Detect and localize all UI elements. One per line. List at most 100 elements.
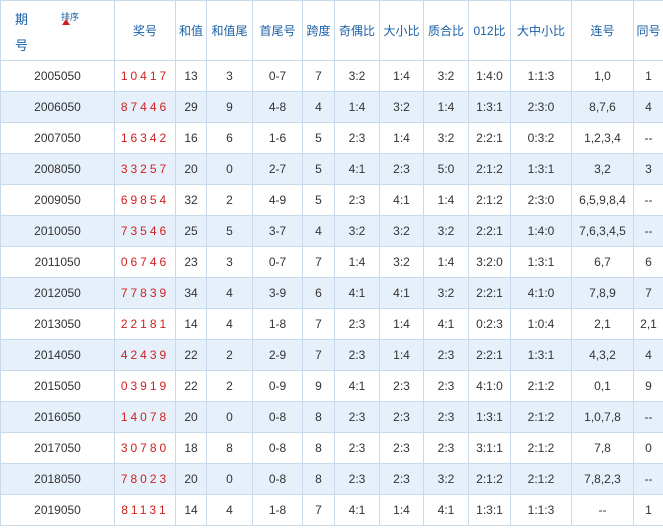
odd-even-cell: 2:3 bbox=[334, 432, 380, 464]
prime-composite-cell: 3:2 bbox=[423, 122, 469, 154]
big-mid-small-cell: 4:1:0 bbox=[510, 277, 572, 309]
table-row: 2010050 73546 25 5 3-7 4 3:2 3:2 3:2 2:2:1 1:4:0 7,… bbox=[0, 215, 663, 247]
prime-composite-cell: 1:4 bbox=[423, 91, 469, 123]
sum-cell: 22 bbox=[175, 370, 207, 402]
column-header-sum: 和值 bbox=[175, 0, 207, 61]
prime-composite-cell: 3:2 bbox=[423, 463, 469, 495]
ratio-012-cell: 3:1:1 bbox=[468, 432, 511, 464]
odd-even-cell: 3:2 bbox=[334, 215, 380, 247]
winning-number-cell: 81131 bbox=[114, 494, 176, 526]
odd-even-cell: 4:1 bbox=[334, 494, 380, 526]
odd-even-cell: 2:3 bbox=[334, 184, 380, 216]
period-cell: 2009050 bbox=[0, 184, 115, 216]
first-last-cell: 0-8 bbox=[252, 432, 303, 464]
sum-tail-cell: 0 bbox=[206, 463, 253, 495]
sum-tail-cell: 3 bbox=[206, 60, 253, 92]
table-row: 2006050 87446 29 9 4-8 4 1:4 3:2 1:4 1:3:1 2:3:0 8,… bbox=[0, 91, 663, 123]
first-last-cell: 3-7 bbox=[252, 215, 303, 247]
first-last-cell: 2-9 bbox=[252, 339, 303, 371]
big-mid-small-cell: 1:0:4 bbox=[510, 308, 572, 340]
consecutive-cell: 0,1 bbox=[571, 370, 634, 402]
table-row: 2018050 78023 20 0 0-8 8 2:3 2:3 3:2 2:1:2 2:1:2 7,… bbox=[0, 463, 663, 495]
big-small-cell: 2:3 bbox=[379, 153, 424, 185]
big-small-cell: 2:3 bbox=[379, 401, 424, 433]
big-small-cell: 1:4 bbox=[379, 308, 424, 340]
span-cell: 7 bbox=[302, 246, 335, 278]
prime-composite-cell: 3:2 bbox=[423, 215, 469, 247]
first-last-cell: 3-9 bbox=[252, 277, 303, 309]
big-mid-small-cell: 1:3:1 bbox=[510, 246, 572, 278]
period-cell: 2015050 bbox=[0, 370, 115, 402]
big-small-cell: 1:4 bbox=[379, 60, 424, 92]
span-cell: 5 bbox=[302, 122, 335, 154]
first-last-cell: 1-6 bbox=[252, 122, 303, 154]
ratio-012-cell: 1:3:1 bbox=[468, 91, 511, 123]
sum-tail-cell: 8 bbox=[206, 432, 253, 464]
sum-tail-cell: 2 bbox=[206, 184, 253, 216]
consecutive-cell: 1,0 bbox=[571, 60, 634, 92]
table-row: 2009050 69854 32 2 4-9 5 2:3 4:1 1:4 2:1:2 2:3:0 6,… bbox=[0, 184, 663, 216]
period-cell: 2016050 bbox=[0, 401, 115, 433]
odd-even-cell: 2:3 bbox=[334, 401, 380, 433]
sum-cell: 20 bbox=[175, 153, 207, 185]
prime-composite-cell: 3:2 bbox=[423, 277, 469, 309]
consecutive-cell: 6,7 bbox=[571, 246, 634, 278]
column-header-same: 同号 bbox=[633, 0, 663, 61]
winning-number-cell: 10417 bbox=[114, 60, 176, 92]
prime-composite-cell: 1:4 bbox=[423, 246, 469, 278]
big-small-cell: 3:2 bbox=[379, 246, 424, 278]
consecutive-cell: 8,7,6 bbox=[571, 91, 634, 123]
table-row: 2013050 22181 14 4 1-8 7 2:3 1:4 4:1 0:2:3 1:0:4 2,… bbox=[0, 308, 663, 340]
same-number-cell: -- bbox=[633, 463, 663, 495]
winning-number-cell: 33257 bbox=[114, 153, 176, 185]
big-mid-small-cell: 2:1:2 bbox=[510, 401, 572, 433]
sum-cell: 14 bbox=[175, 308, 207, 340]
prime-composite-cell: 4:1 bbox=[423, 494, 469, 526]
column-header-prime-composite: 质合比 bbox=[423, 0, 469, 61]
odd-even-cell: 4:1 bbox=[334, 370, 380, 402]
column-header-first-last: 首尾号 bbox=[252, 0, 303, 61]
span-cell: 7 bbox=[302, 339, 335, 371]
consecutive-cell: 3,2 bbox=[571, 153, 634, 185]
sum-tail-cell: 2 bbox=[206, 339, 253, 371]
consecutive-cell: 4,3,2 bbox=[571, 339, 634, 371]
table-body: 2005050 10417 13 3 0-7 7 3:2 1:4 3:2 1:4:0 1:1:3 1,… bbox=[0, 60, 663, 526]
span-cell: 7 bbox=[302, 494, 335, 526]
sum-tail-cell: 4 bbox=[206, 494, 253, 526]
span-cell: 4 bbox=[302, 215, 335, 247]
period-cell: 2019050 bbox=[0, 494, 115, 526]
period-cell: 2012050 bbox=[0, 277, 115, 309]
period-cell: 2007050 bbox=[0, 122, 115, 154]
big-mid-small-cell: 1:3:1 bbox=[510, 339, 572, 371]
ratio-012-cell: 2:2:1 bbox=[468, 122, 511, 154]
table-row: 2015050 03919 22 2 0-9 9 4:1 2:3 2:3 4:1:0 2:1:2 0,… bbox=[0, 370, 663, 402]
table-row: 2012050 77839 34 4 3-9 6 4:1 4:1 3:2 2:2:1 4:1:0 7,… bbox=[0, 277, 663, 309]
same-number-cell: -- bbox=[633, 122, 663, 154]
sum-tail-cell: 6 bbox=[206, 122, 253, 154]
sum-cell: 22 bbox=[175, 339, 207, 371]
column-header-sum-tail: 和值尾 bbox=[206, 0, 253, 61]
big-mid-small-cell: 0:3:2 bbox=[510, 122, 572, 154]
prime-composite-cell: 2:3 bbox=[423, 339, 469, 371]
sum-tail-cell: 2 bbox=[206, 370, 253, 402]
consecutive-cell: 6,5,9,8,4 bbox=[571, 184, 634, 216]
winning-number-cell: 06746 bbox=[114, 246, 176, 278]
period-cell: 2017050 bbox=[0, 432, 115, 464]
winning-number-cell: 87446 bbox=[114, 91, 176, 123]
first-last-cell: 2-7 bbox=[252, 153, 303, 185]
table-row: 2014050 42439 22 2 2-9 7 2:3 1:4 2:3 2:2:1 1:3:1 4,… bbox=[0, 339, 663, 371]
winning-number-cell: 22181 bbox=[114, 308, 176, 340]
consecutive-cell: 1,2,3,4 bbox=[571, 122, 634, 154]
first-last-cell: 1-8 bbox=[252, 494, 303, 526]
big-small-cell: 4:1 bbox=[379, 277, 424, 309]
sort-arrow-up-icon[interactable] bbox=[62, 19, 70, 25]
sum-cell: 29 bbox=[175, 91, 207, 123]
winning-number-cell: 16342 bbox=[114, 122, 176, 154]
sum-cell: 20 bbox=[175, 463, 207, 495]
odd-even-cell: 4:1 bbox=[334, 153, 380, 185]
same-number-cell: 0 bbox=[633, 432, 663, 464]
big-small-cell: 2:3 bbox=[379, 432, 424, 464]
winning-number-cell: 73546 bbox=[114, 215, 176, 247]
ratio-012-cell: 0:2:3 bbox=[468, 308, 511, 340]
odd-even-cell: 2:3 bbox=[334, 339, 380, 371]
